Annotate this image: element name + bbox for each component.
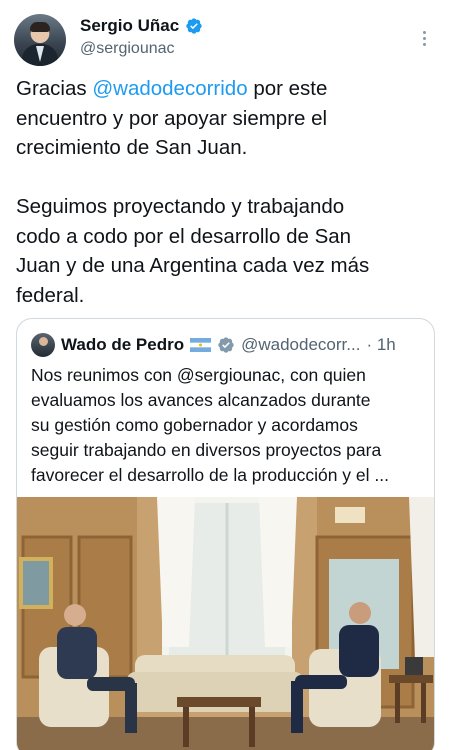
tweet-header: Sergio Uñac @sergiounac	[14, 12, 436, 68]
quoted-line: evaluamos los avances alcanzados durante	[31, 390, 371, 410]
quoted-line: favorecer el desarrollo de la producción…	[31, 465, 389, 485]
quoted-line: su gestión como gobernador y acordamos	[31, 415, 358, 435]
quoted-timestamp[interactable]: · 1h	[366, 335, 395, 355]
tweet-line: codo a codo por el desarrollo de San	[16, 224, 352, 248]
more-options-icon[interactable]	[414, 26, 434, 50]
author-name-row: Sergio Uñac	[80, 16, 203, 36]
quoted-line: seguir trabajando en diversos proyectos …	[31, 440, 382, 460]
tweet-line: Gracias @wadodecorrido por este	[16, 77, 328, 100]
quoted-header: Wado de Pedro @wadodecorr... · 1h	[31, 333, 396, 357]
argentina-flag-icon	[190, 338, 212, 352]
tweet-line: Seguimos proyectando y trabajando	[16, 195, 345, 218]
mention-link[interactable]: @wadodecorrido	[92, 77, 247, 100]
quoted-text: Nos reunimos con @sergiounac, con quien …	[31, 363, 427, 488]
quoted-avatar[interactable]	[31, 333, 55, 357]
meeting-room-illustration	[17, 497, 434, 750]
quoted-photo[interactable]	[17, 497, 434, 750]
quoted-line: Nos reunimos con @sergiounac, con quien	[31, 365, 366, 385]
tweet-line: Juan y de una Argentina cada vez más	[16, 254, 370, 277]
quoted-handle[interactable]: @wadodecorr...	[241, 335, 360, 355]
quoted-tweet[interactable]: Wado de Pedro @wadodecorr... · 1h Nos re…	[16, 318, 435, 750]
tweet-line: crecimiento de San Juan.	[16, 136, 248, 159]
tweet-line: federal.	[16, 283, 85, 307]
author-display-name[interactable]: Sergio Uñac	[80, 16, 179, 36]
verified-badge-icon	[186, 18, 202, 34]
author-handle[interactable]: @sergiounac	[80, 40, 175, 58]
verified-badge-gray-icon	[218, 337, 234, 353]
tweet-line: encuentro y por apoyar siempre el	[16, 106, 328, 130]
tweet-text: Gracias @wadodecorrido por este encuentr…	[16, 74, 436, 310]
author-avatar[interactable]	[14, 14, 66, 66]
quoted-display-name[interactable]: Wado de Pedro	[61, 335, 184, 355]
